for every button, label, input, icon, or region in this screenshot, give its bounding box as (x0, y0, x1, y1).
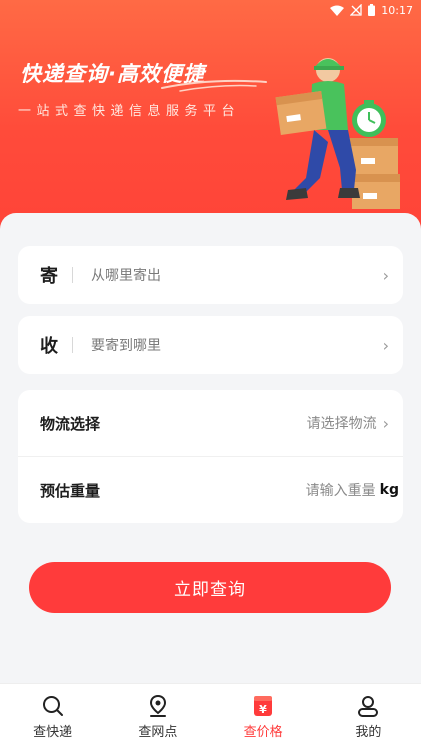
hero-subtitle: 一站式查快递信息服务平台 (18, 104, 241, 119)
logistics-select-row[interactable]: 物流选择 请选择物流 › (18, 390, 403, 456)
courier-illustration (275, 58, 400, 209)
query-button[interactable]: 立即查询 (29, 562, 391, 613)
wifi-icon (330, 5, 345, 16)
logistics-label: 物流选择 (40, 414, 101, 433)
options-card: 物流选择 请选择物流 › 预估重量 请输入重量 kg (18, 390, 403, 523)
bottom-tab-bar: 查快递 查网点 ¥ 查价格 我的 (0, 683, 421, 749)
divider (72, 337, 73, 353)
weight-label: 预估重量 (40, 481, 101, 500)
send-address-placeholder: 从哪里寄出 (91, 268, 161, 284)
divider (72, 267, 73, 283)
weight-input-row[interactable]: 预估重量 请输入重量 kg (18, 457, 403, 523)
status-bar: 10:17 (0, 0, 421, 20)
tab-price[interactable]: ¥ 查价格 (211, 684, 316, 749)
svg-text:¥: ¥ (259, 703, 267, 716)
tab-track-parcel[interactable]: 查快递 (0, 684, 105, 749)
status-time: 10:17 (381, 3, 413, 17)
tab-outlets[interactable]: 查网点 (105, 684, 210, 749)
receive-tag: 收 (40, 336, 58, 357)
receive-address-row[interactable]: 收 要寄到哪里 › (18, 316, 403, 374)
tab-label: 查价格 (243, 724, 283, 740)
battery-icon (368, 4, 376, 16)
hero-banner: 10:17 快递查询·高效便捷 一站式查快递信息服务平台 (0, 0, 421, 240)
send-address-row[interactable]: 寄 从哪里寄出 › (18, 246, 403, 304)
search-icon (42, 695, 63, 716)
chevron-right-icon: › (382, 335, 389, 355)
chevron-right-icon: › (382, 413, 389, 433)
no-signal-icon (350, 4, 362, 16)
send-tag: 寄 (40, 266, 58, 287)
swoosh-decoration (161, 79, 267, 92)
chevron-right-icon: › (382, 265, 389, 285)
send-address-card[interactable]: 寄 从哪里寄出 › (18, 246, 403, 304)
price-tag-icon: ¥ (254, 695, 273, 716)
logistics-value: 请选择物流 (306, 416, 377, 432)
tab-label: 查网点 (138, 724, 178, 740)
receive-address-placeholder: 要寄到哪里 (91, 338, 161, 354)
tab-profile[interactable]: 我的 (316, 684, 421, 749)
tab-label: 查快递 (33, 724, 73, 740)
weight-input[interactable]: 请输入重量 (306, 480, 376, 500)
location-pin-icon (149, 694, 166, 717)
weight-unit: kg (379, 482, 399, 498)
receive-address-card[interactable]: 收 要寄到哪里 › (18, 316, 403, 374)
tab-label: 我的 (355, 724, 382, 740)
user-icon (358, 695, 379, 717)
